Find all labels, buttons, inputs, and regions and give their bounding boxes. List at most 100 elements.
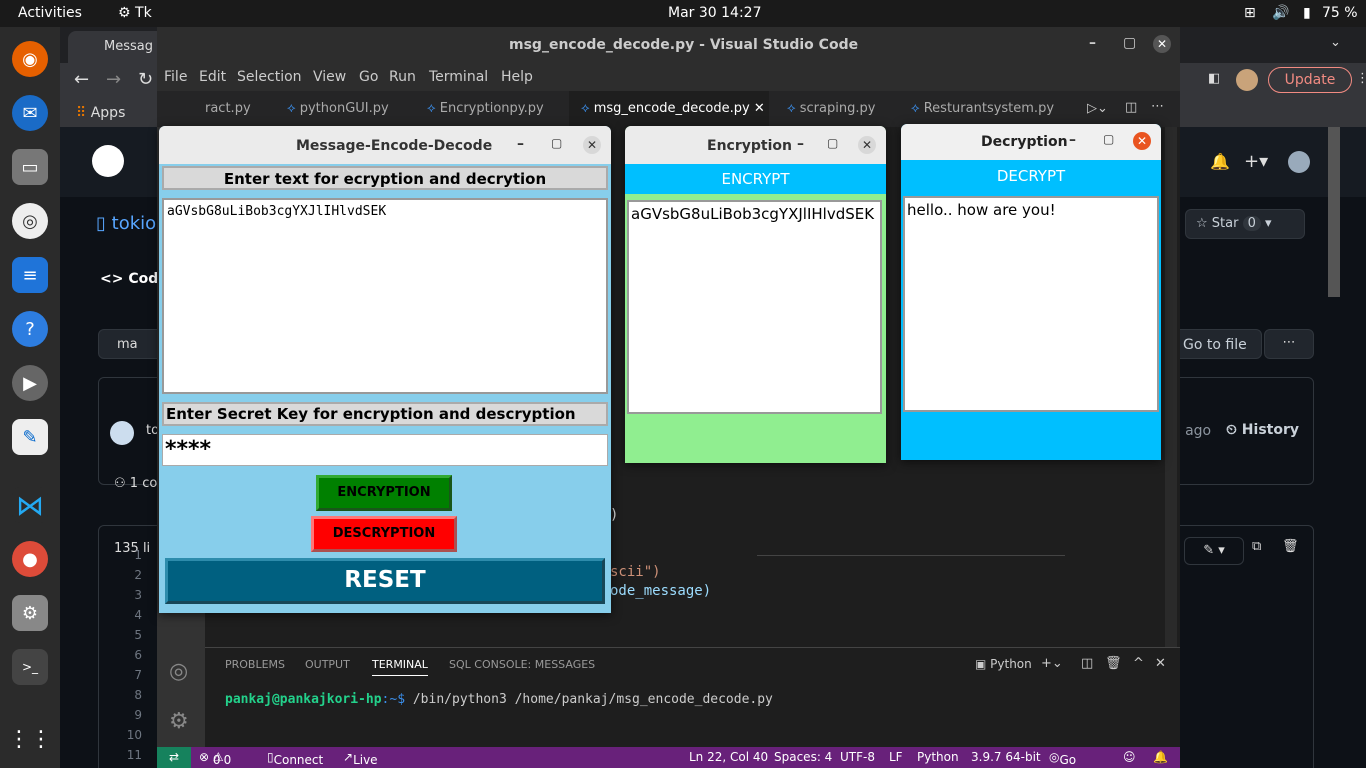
indent-status[interactable]: Spaces: 4 bbox=[774, 750, 832, 764]
menu-run[interactable]: Run bbox=[389, 69, 416, 85]
repo-name[interactable]: ▯ tokio bbox=[96, 213, 156, 234]
kill-terminal-icon[interactable]: 🗑 bbox=[1105, 656, 1122, 671]
reset-button[interactable]: RESET bbox=[165, 558, 605, 604]
manage-icon[interactable]: ⚙ bbox=[169, 709, 189, 734]
split-editor-icon[interactable]: ◫ bbox=[1125, 100, 1137, 115]
close-icon[interactable]: ✕ bbox=[583, 136, 601, 154]
go-to-file-button[interactable]: Go to file bbox=[1170, 329, 1262, 359]
menu-terminal[interactable]: Terminal bbox=[429, 69, 488, 85]
connect-status[interactable]: ▯ Connect bbox=[267, 750, 323, 767]
run-icon[interactable]: ▷⌄ bbox=[1087, 101, 1108, 116]
text-editor-icon[interactable]: ✎ bbox=[12, 419, 48, 455]
tab-msg-encode-decode[interactable]: ⟡ msg_encode_decode.py ✕ bbox=[569, 91, 769, 127]
github-logo-icon[interactable] bbox=[92, 145, 124, 177]
maximize-icon[interactable]: ▢ bbox=[551, 136, 562, 150]
thunderbird-icon[interactable]: ✉ bbox=[12, 95, 48, 131]
software-updater-icon[interactable]: ▶ bbox=[12, 365, 48, 401]
menu-help[interactable]: Help bbox=[501, 69, 533, 85]
maximize-panel-icon[interactable]: ^ bbox=[1133, 656, 1144, 671]
python-tk-icon[interactable]: ⚙ bbox=[12, 595, 48, 631]
split-terminal-icon[interactable]: ◫ bbox=[1081, 656, 1093, 671]
go-live-status[interactable]: ◎ Go Live bbox=[1049, 750, 1084, 768]
tab-search-icon[interactable]: ⌄ bbox=[1330, 35, 1341, 50]
menu-edit[interactable]: Edit bbox=[199, 69, 226, 85]
back-icon[interactable]: ← bbox=[74, 69, 89, 90]
sidepanel-icon[interactable]: ◧ bbox=[1208, 71, 1220, 86]
cursor-position[interactable]: Ln 22, Col 40 bbox=[689, 750, 768, 764]
maximize-icon[interactable]: ▢ bbox=[1103, 132, 1114, 146]
chrome-tab[interactable]: Messag bbox=[68, 31, 168, 63]
accounts-icon[interactable]: ◎ bbox=[169, 659, 188, 684]
menu-go[interactable]: Go bbox=[359, 69, 378, 85]
close-icon[interactable]: ✕ bbox=[858, 136, 876, 154]
chrome-menu-icon[interactable]: ⋮ bbox=[1356, 71, 1366, 86]
encryption-button[interactable]: ENCRYPTION bbox=[316, 475, 452, 511]
profile-avatar[interactable] bbox=[1236, 69, 1258, 91]
tab-scraping[interactable]: ⟡ scraping.py bbox=[775, 91, 887, 127]
minimize-icon[interactable]: – bbox=[517, 136, 524, 152]
tab-ract[interactable]: ract.py bbox=[193, 91, 263, 127]
vscode-icon[interactable]: ⋈ bbox=[12, 487, 48, 523]
update-button[interactable]: Update bbox=[1268, 67, 1352, 93]
apps-bookmark[interactable]: ⠿ Apps bbox=[76, 105, 125, 121]
tab-encryptionpy[interactable]: ⟡ Encryptionpy.py bbox=[415, 91, 556, 127]
message-textarea[interactable]: aGVsbG8uLiBob3cgYXJlIHlvdSEK bbox=[162, 198, 608, 394]
menu-file[interactable]: File bbox=[164, 69, 187, 85]
language-status[interactable]: Python bbox=[917, 750, 959, 764]
more-options-button[interactable]: ⋯ bbox=[1264, 329, 1314, 359]
notifications-icon[interactable]: 🔔 bbox=[1210, 152, 1230, 171]
menu-view[interactable]: View bbox=[313, 69, 346, 85]
secret-key-input[interactable]: **** bbox=[162, 434, 608, 466]
encoding-status[interactable]: UTF-8 bbox=[840, 750, 875, 764]
github-avatar[interactable] bbox=[1288, 151, 1310, 173]
minimize-icon[interactable]: – bbox=[797, 136, 804, 152]
more-actions-icon[interactable]: ⋯ bbox=[1151, 99, 1164, 114]
clock[interactable]: Mar 30 14:27 bbox=[668, 5, 761, 21]
feedback-icon[interactable]: ☺ bbox=[1123, 750, 1136, 764]
network-icon[interactable]: ⊞ bbox=[1244, 5, 1256, 21]
menu-selection[interactable]: Selection bbox=[237, 69, 302, 85]
copy-file-icon[interactable]: ⧉ bbox=[1252, 539, 1261, 554]
delete-file-icon[interactable]: 🗑 bbox=[1282, 539, 1299, 554]
panel-tab-terminal[interactable]: TERMINAL bbox=[372, 658, 428, 676]
files-icon[interactable]: ▭ bbox=[12, 149, 48, 185]
close-icon[interactable]: ✕ bbox=[1133, 132, 1151, 150]
terminal-icon[interactable]: >_ bbox=[12, 649, 48, 685]
decryption-button[interactable]: DESCRYPTION bbox=[311, 516, 457, 552]
problems-status[interactable]: ⊗ 0 ⚠ 0 bbox=[199, 750, 231, 767]
edit-file-button[interactable]: ✎ ▾ bbox=[1184, 537, 1244, 565]
terminal-output[interactable]: pankaj@pankajkori-hp:~$ /bin/python3 /ho… bbox=[225, 692, 773, 707]
new-terminal-icon[interactable]: +⌄ bbox=[1041, 656, 1063, 671]
tab-resturantsystem[interactable]: ⟡ Resturantsystem.py bbox=[899, 91, 1066, 127]
writer-icon[interactable]: ≡ bbox=[12, 257, 48, 293]
remote-icon[interactable]: ⇄ bbox=[157, 747, 191, 768]
live-share-status[interactable]: ↗ Live Share bbox=[343, 750, 388, 768]
show-apps-icon[interactable]: ⋮⋮ bbox=[8, 721, 52, 757]
tab-close-icon[interactable]: ✕ bbox=[754, 101, 765, 116]
panel-tab-output[interactable]: OUTPUT bbox=[305, 658, 350, 671]
star-button[interactable]: ☆ Star 0 ▾ bbox=[1185, 209, 1305, 239]
minimize-icon[interactable]: – bbox=[1069, 132, 1076, 148]
interpreter-status[interactable]: 3.9.7 64-bit bbox=[971, 750, 1041, 764]
reload-icon[interactable]: ↻ bbox=[138, 69, 153, 90]
encrypted-output[interactable]: aGVsbG8uLiBob3cgYXJlIHlvdSEK bbox=[627, 200, 882, 414]
maximize-icon[interactable]: ▢ bbox=[827, 136, 838, 150]
activities-button[interactable]: Activities bbox=[18, 5, 82, 21]
close-icon[interactable]: ✕ bbox=[1153, 35, 1171, 53]
eol-status[interactable]: LF bbox=[889, 750, 903, 764]
editor-scrollbar[interactable] bbox=[1165, 127, 1177, 647]
app-menu[interactable]: ⚙ Tk bbox=[118, 5, 152, 21]
minimize-icon[interactable]: – bbox=[1089, 35, 1096, 51]
rhythmbox-icon[interactable]: ◎ bbox=[12, 203, 48, 239]
close-panel-icon[interactable]: ✕ bbox=[1155, 656, 1166, 671]
history-link[interactable]: ⏲ History bbox=[1226, 422, 1299, 438]
volume-icon[interactable]: 🔊 bbox=[1272, 5, 1289, 21]
forward-icon[interactable]: → bbox=[106, 69, 121, 90]
panel-tab-sql[interactable]: SQL CONSOLE: MESSAGES bbox=[449, 658, 595, 671]
contributors[interactable]: ⚇ 1 co bbox=[114, 476, 157, 491]
tab-pythongui[interactable]: ⟡ pythonGUI.py bbox=[275, 91, 401, 127]
chrome-icon[interactable]: ● bbox=[12, 541, 48, 577]
chrome-scrollbar[interactable] bbox=[1328, 127, 1340, 297]
decrypted-output[interactable]: hello.. how are you! bbox=[903, 196, 1159, 412]
create-new-icon[interactable]: +▾ bbox=[1244, 151, 1268, 172]
